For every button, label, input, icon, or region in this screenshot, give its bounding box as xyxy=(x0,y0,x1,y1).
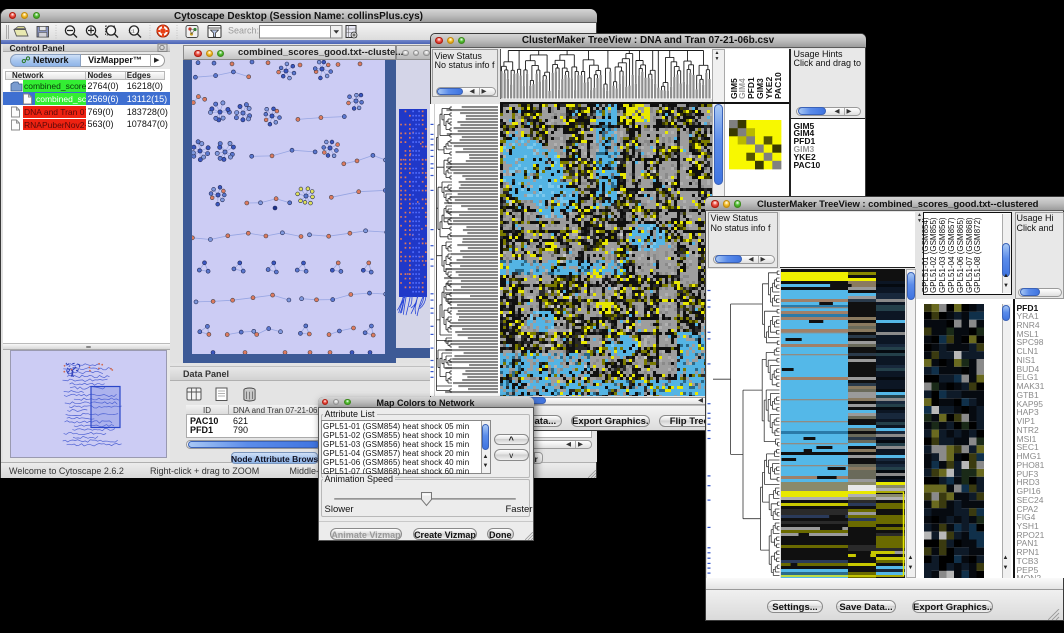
svg-text:1:1: 1:1 xyxy=(128,28,135,33)
svg-text:Search:: Search: xyxy=(228,25,259,35)
